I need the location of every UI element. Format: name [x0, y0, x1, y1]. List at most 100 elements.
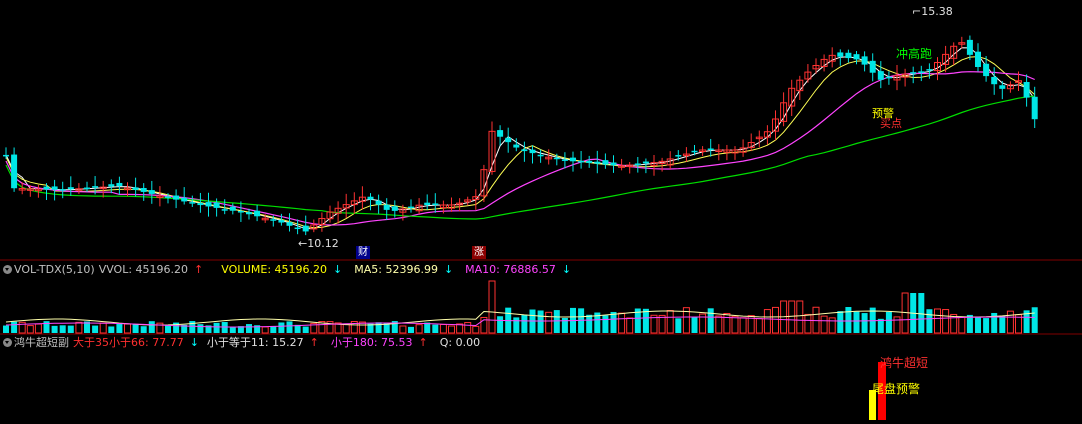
volume-bar [772, 306, 779, 334]
q-value: Q: 0.00 [439, 336, 481, 349]
volume-bar [488, 280, 496, 334]
ma10-value: MA10: 76886.57 ↓ [465, 263, 572, 276]
candle-body [675, 155, 682, 157]
volume-bar [342, 324, 350, 334]
volume-bar [286, 321, 293, 333]
candle-body [975, 51, 981, 67]
volume-bar [399, 325, 407, 334]
candlesticks [3, 35, 1038, 236]
volume-indicator-name[interactable]: VOL-TDX(5,10) [14, 263, 95, 276]
candle-body [286, 222, 293, 226]
volume-bar [116, 323, 123, 333]
volume-bar [464, 322, 472, 334]
candle-body [59, 189, 66, 191]
volume-bar [723, 312, 731, 334]
candle-body [642, 161, 649, 164]
volume-bar [788, 300, 796, 334]
volume-bar [828, 317, 836, 334]
volume-bar [707, 308, 714, 333]
volume-bar [140, 326, 147, 333]
candle-body [181, 197, 188, 202]
candle-body [383, 204, 390, 210]
volume-bar [75, 321, 83, 334]
candle-body [221, 209, 228, 211]
candle-body [610, 162, 617, 166]
volume-bar [278, 322, 285, 333]
candle-body [537, 154, 544, 157]
volume-indicator-header: VOL-TDX(5,10) VVOL: 45196.20 ↑ VOLUME: 4519… [0, 262, 1082, 278]
volume-bar [3, 325, 9, 333]
signal-tail-warning: 尾盘预警 [872, 382, 921, 396]
volume-bar [739, 317, 747, 334]
volume-bar [675, 318, 682, 333]
signal-bull-short: 鸿牛超短 [880, 356, 929, 370]
volume-bar [108, 326, 115, 333]
candle-body [983, 63, 990, 77]
volume-bar [666, 310, 674, 334]
signal-chonggaopao: 冲高跑 [896, 47, 933, 61]
candle-body [132, 187, 139, 190]
candle-body [165, 196, 171, 198]
volume-bar [132, 324, 139, 333]
volume-bar [229, 326, 236, 333]
volume-bar [513, 317, 520, 333]
volume-bar [545, 311, 553, 334]
volume-bar [885, 312, 892, 333]
candle-body [278, 220, 285, 223]
volume-bar [658, 314, 666, 334]
indicator-menu-icon[interactable] [3, 337, 12, 347]
volume-bar [642, 308, 649, 333]
candle-body [991, 76, 998, 85]
bull-indicator-header: 鸿牛超短副 大于35小于66: 77.77 ↓ 小于等于11: 15.27 ↑ 小于180… [0, 335, 1082, 351]
high-price-label: ⌐15.38 [912, 5, 953, 18]
candle-body [586, 160, 593, 163]
financial-report-marker[interactable]: 财 [356, 246, 370, 259]
volume-bar [934, 308, 941, 334]
candle-body [853, 54, 860, 60]
indicator-menu-icon[interactable] [3, 264, 12, 274]
volume-bar [853, 311, 860, 333]
volume-bar [302, 326, 309, 333]
candle-body [92, 186, 99, 188]
candle-body [634, 163, 641, 165]
candle-body [3, 154, 9, 157]
limit-up-marker[interactable]: 涨 [472, 246, 486, 259]
candle-body [43, 186, 50, 190]
volume-bar [1006, 310, 1014, 334]
volume-bar [763, 309, 771, 334]
candle-body [861, 56, 868, 65]
volume-bar [432, 324, 439, 333]
candle-body [505, 137, 512, 143]
candle-body [578, 160, 585, 163]
bull-indicator-name[interactable]: 鸿牛超短副 [14, 336, 69, 349]
low-price-label: ←10.12 [298, 237, 339, 250]
candle-body [837, 52, 844, 57]
candle-body [148, 190, 155, 194]
candle-body [173, 195, 180, 200]
vvol-value: VVOL: 45196.20 ↑ [98, 263, 204, 276]
bull-value-3: 小于180: 75.53 ↑ [330, 336, 428, 349]
candle-body [497, 130, 504, 137]
candle-body [246, 212, 252, 215]
candle-body [302, 225, 309, 232]
volume-bar [626, 317, 634, 334]
volume-bar [893, 316, 901, 334]
volume-bar [148, 321, 155, 333]
volume-bar [610, 311, 617, 333]
candle-body [424, 202, 431, 205]
volume-bar [261, 326, 269, 334]
candle-body [1023, 82, 1030, 98]
volume-bar [213, 322, 220, 333]
volume-bar [472, 325, 480, 334]
volume-bar [439, 323, 447, 334]
volume-bar [820, 315, 828, 334]
volume-bar [618, 312, 626, 334]
volume-bar [99, 322, 107, 334]
volume-bar [731, 315, 739, 334]
candle-body [140, 188, 147, 192]
volume-bar [926, 309, 933, 333]
volume-bar [804, 313, 812, 334]
volume-bar [845, 307, 852, 333]
volume-bar [26, 325, 34, 334]
candle-body [391, 206, 398, 211]
